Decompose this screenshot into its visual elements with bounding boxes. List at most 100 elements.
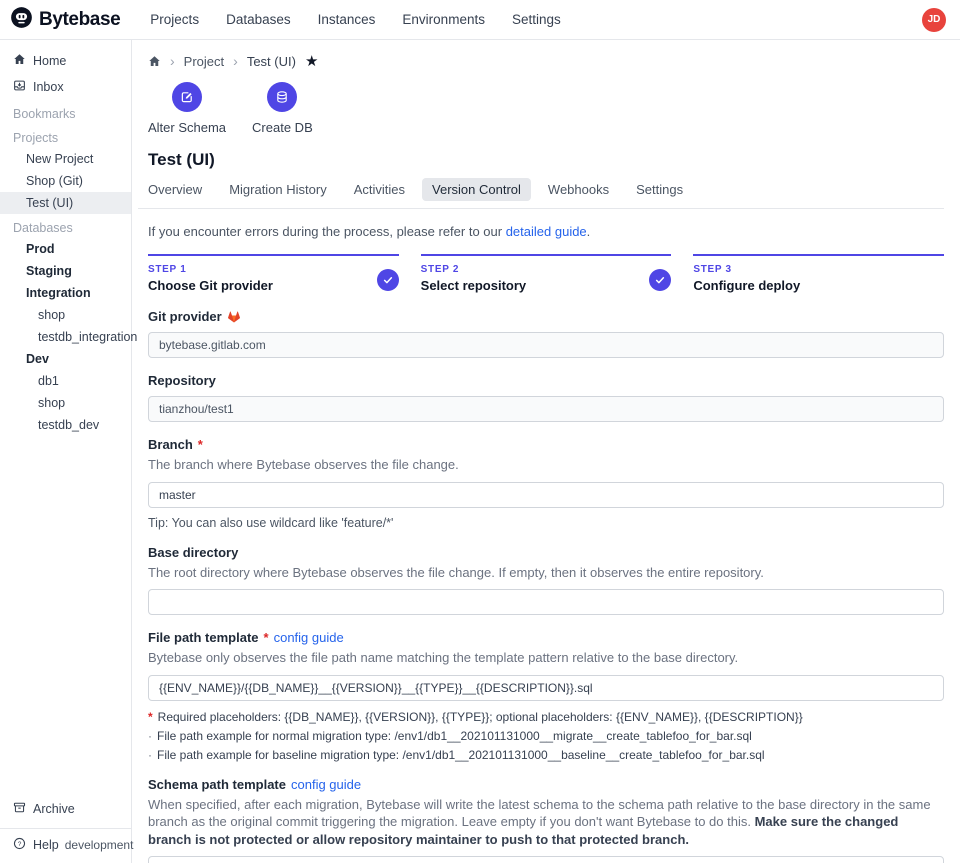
bullet: · <box>148 729 152 743</box>
repository-input[interactable] <box>148 396 944 422</box>
tab-settings[interactable]: Settings <box>626 178 693 201</box>
field-label: Base directory <box>148 545 238 560</box>
file-path-config-guide-link[interactable]: config guide <box>274 630 344 645</box>
sidebar-item-home[interactable]: Home <box>0 48 131 74</box>
sidebar-db-testdb-integration[interactable]: testdb_integration <box>0 326 131 348</box>
topnav-databases[interactable]: Databases <box>226 12 291 27</box>
schema-path-template-field: Schema path template config guide When s… <box>148 777 944 863</box>
check-icon <box>377 269 399 291</box>
main-content: › Project › Test (UI) ★ Alter Schema <box>132 40 960 863</box>
note-text: File path example for baseline migration… <box>157 748 765 762</box>
breadcrumb-separator: › <box>170 53 175 69</box>
tab-activities[interactable]: Activities <box>344 178 415 201</box>
step-title: Choose Git provider <box>148 278 399 293</box>
tab-version-control[interactable]: Version Control <box>422 178 531 201</box>
sidebar-env-staging: Staging <box>0 260 131 282</box>
step-label: STEP 2 <box>421 264 672 275</box>
sidebar-item-help[interactable]: ? Help <box>13 837 59 853</box>
bytebase-logo[interactable]: Bytebase <box>10 6 120 34</box>
step-2[interactable]: STEP 2 Select repository <box>421 254 672 293</box>
required-marker: * <box>264 630 269 645</box>
sidebar-env-prod: Prod <box>0 238 131 260</box>
step-label: STEP 1 <box>148 264 399 275</box>
inbox-icon <box>13 79 26 95</box>
breadcrumb: › Project › Test (UI) ★ <box>148 40 944 69</box>
sidebar-item-label: Home <box>33 54 66 68</box>
sidebar-section-projects: Projects <box>0 124 131 148</box>
base-directory-field: Base directory The root directory where … <box>148 545 944 616</box>
sidebar-item-new-project[interactable]: New Project <box>0 148 131 170</box>
breadcrumb-current: Test (UI) <box>247 54 296 69</box>
file-path-notes: * Required placeholders: {{DB_NAME}}, {{… <box>148 710 944 762</box>
topnav-settings[interactable]: Settings <box>512 12 561 27</box>
topnav-instances[interactable]: Instances <box>318 12 376 27</box>
tab-migration-history[interactable]: Migration History <box>219 178 337 201</box>
quick-actions: Alter Schema Create DB <box>148 82 944 135</box>
tab-webhooks[interactable]: Webhooks <box>538 178 619 201</box>
sidebar-item-label: Archive <box>33 802 75 816</box>
sidebar-db-testdb-dev[interactable]: testdb_dev <box>0 414 131 436</box>
schema-path-template-input[interactable] <box>148 856 944 863</box>
file-path-template-field: File path template * config guide Byteba… <box>148 630 944 762</box>
bytebase-logo-icon <box>10 6 33 34</box>
sidebar-db-shop-integration[interactable]: shop <box>0 304 131 326</box>
step-title: Configure deploy <box>693 278 944 293</box>
favorite-star-icon[interactable]: ★ <box>305 54 318 69</box>
page-title: Test (UI) <box>148 150 944 170</box>
create-db-button[interactable]: Create DB <box>252 82 313 135</box>
topnav-projects[interactable]: Projects <box>150 12 199 27</box>
detailed-guide-link[interactable]: detailed guide <box>506 224 587 239</box>
quick-action-label: Create DB <box>252 120 313 135</box>
user-avatar[interactable]: JD <box>922 8 946 32</box>
sidebar-db-db1[interactable]: db1 <box>0 370 131 392</box>
step-label: STEP 3 <box>693 264 944 275</box>
sidebar-env-integration: Integration <box>0 282 131 304</box>
step-3[interactable]: STEP 3 Configure deploy <box>693 254 944 293</box>
sidebar-section-bookmarks: Bookmarks <box>0 100 131 124</box>
notice-text: If you encounter errors during the proce… <box>148 224 506 239</box>
top-nav: Projects Databases Instances Environment… <box>150 12 560 27</box>
tab-bar: Overview Migration History Activities Ve… <box>138 178 944 209</box>
step-indicator: STEP 1 Choose Git provider STEP 2 Select… <box>148 254 944 293</box>
schema-path-config-guide-link[interactable]: config guide <box>291 777 361 792</box>
required-marker: * <box>198 437 203 452</box>
required-marker: * <box>148 710 153 724</box>
field-label: Repository <box>148 373 216 388</box>
repository-field: Repository <box>148 373 944 422</box>
field-label: Git provider <box>148 309 222 324</box>
sidebar-section-databases: Databases <box>0 214 131 238</box>
sidebar-item-inbox[interactable]: Inbox <box>0 74 131 100</box>
breadcrumb-home-icon[interactable] <box>148 55 161 68</box>
branch-input[interactable] <box>148 482 944 508</box>
sidebar-db-shop-dev[interactable]: shop <box>0 392 131 414</box>
branch-field: Branch * The branch where Bytebase obser… <box>148 437 944 530</box>
sidebar-env-dev: Dev <box>0 348 131 370</box>
svg-text:?: ? <box>18 841 22 848</box>
base-directory-input[interactable] <box>148 589 944 615</box>
sidebar-item-shop-git[interactable]: Shop (Git) <box>0 170 131 192</box>
field-label: Schema path template <box>148 777 286 792</box>
archive-icon <box>13 801 26 817</box>
bullet: · <box>148 748 152 762</box>
alter-schema-button[interactable]: Alter Schema <box>148 82 226 135</box>
breadcrumb-separator: › <box>233 53 238 69</box>
git-provider-field: Git provider <box>148 309 944 358</box>
file-path-template-input[interactable] <box>148 675 944 701</box>
sidebar-item-test-ui[interactable]: Test (UI) <box>0 192 131 214</box>
sidebar-item-archive[interactable]: Archive <box>0 796 131 822</box>
version-label: development <box>65 838 134 852</box>
gitlab-icon <box>227 310 241 324</box>
home-icon <box>13 53 26 69</box>
breadcrumb-project[interactable]: Project <box>184 54 224 69</box>
field-help: When specified, after each migration, By… <box>148 796 944 849</box>
git-provider-input[interactable] <box>148 332 944 358</box>
note-text: Required placeholders: {{DB_NAME}}, {{VE… <box>158 710 803 724</box>
note-text: File path example for normal migration t… <box>157 729 752 743</box>
version-control-form: Git provider Repository <box>148 309 944 863</box>
sidebar-item-label: Inbox <box>33 80 64 94</box>
error-notice: If you encounter errors during the proce… <box>148 224 944 239</box>
tab-overview[interactable]: Overview <box>138 178 212 201</box>
step-1[interactable]: STEP 1 Choose Git provider <box>148 254 399 293</box>
topnav-environments[interactable]: Environments <box>402 12 485 27</box>
sidebar-item-label: Help <box>33 838 59 852</box>
